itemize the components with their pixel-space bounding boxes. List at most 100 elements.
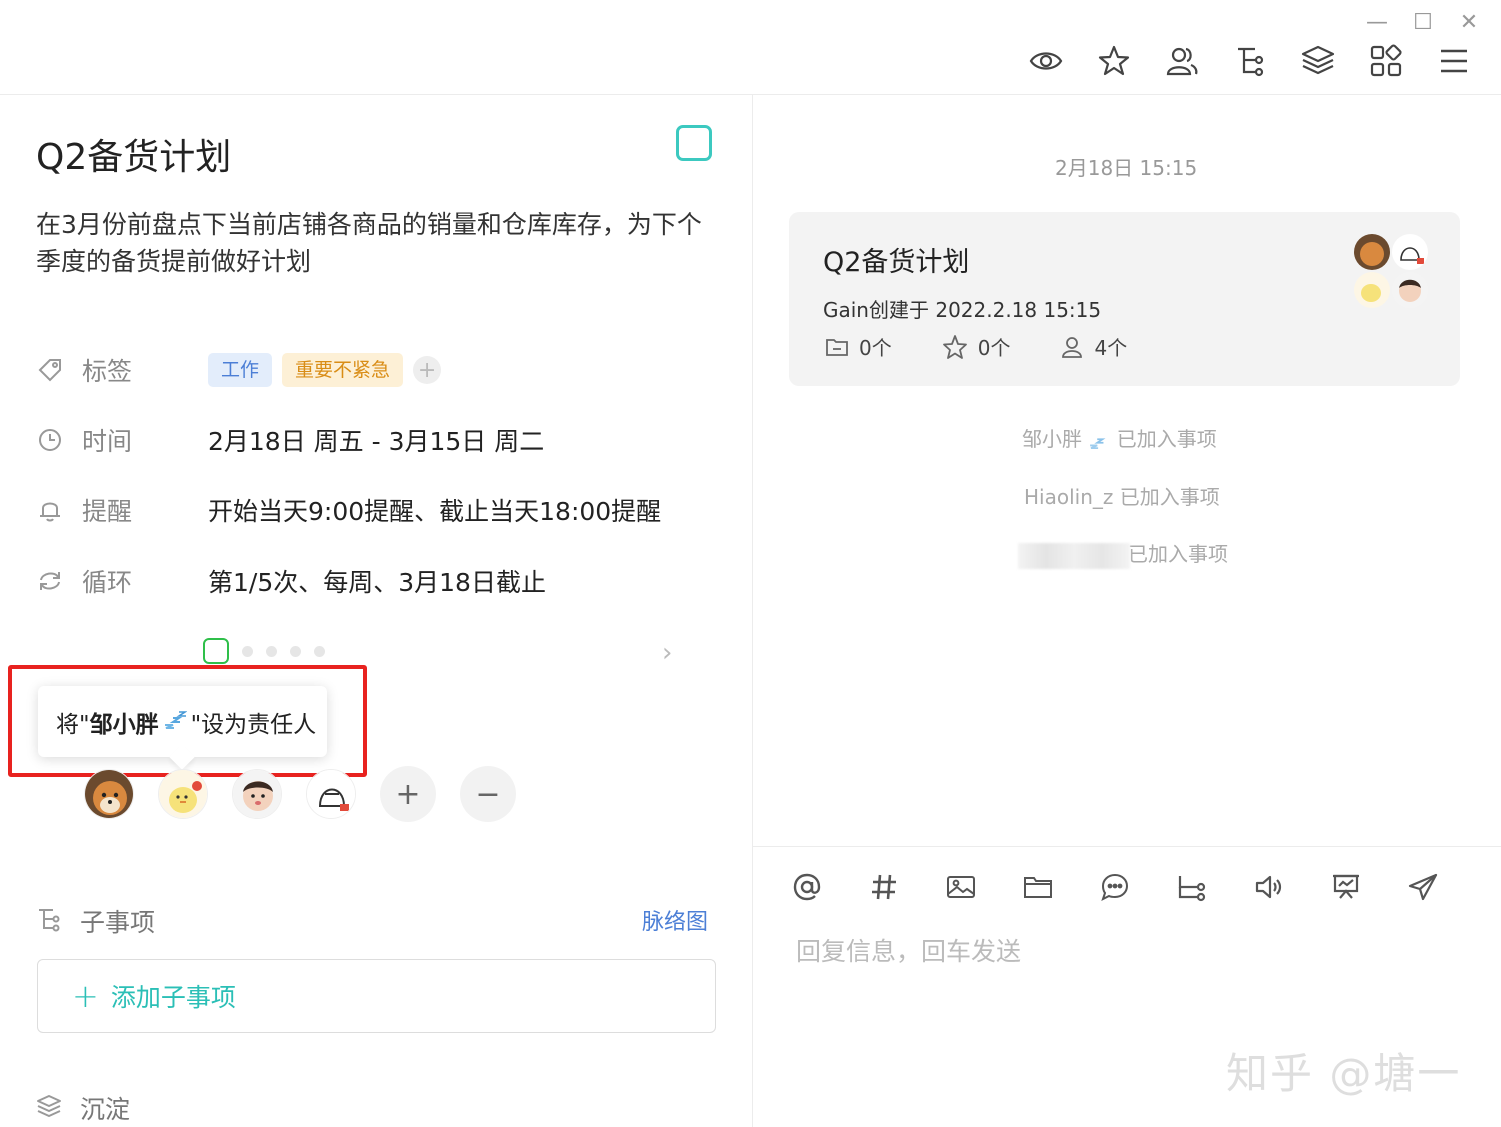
tags-row: 标签 工作 重要不紧急 + — [36, 350, 442, 390]
highlight-annotation-box — [8, 665, 367, 777]
avatar-chick[interactable] — [158, 769, 208, 819]
repeat-progress — [203, 638, 325, 664]
chat-timestamp: 2月18日 15:15 — [1055, 156, 1198, 180]
avatar-cartoon — [1392, 234, 1428, 270]
layers-icon — [36, 1093, 62, 1123]
pane-divider — [752, 95, 753, 1127]
tag-icon — [36, 356, 64, 384]
tree-icon — [36, 906, 62, 936]
card-members-count: 4个 — [1094, 336, 1128, 360]
subtasks-label: 子事项 — [80, 908, 156, 937]
avatar-child — [1392, 272, 1428, 308]
members-icon[interactable] — [1165, 44, 1199, 78]
plus-icon: + — [72, 977, 99, 1015]
star-icon[interactable] — [1097, 44, 1131, 78]
sediment-label: 沉淀 — [80, 1095, 131, 1124]
remind-row[interactable]: 提醒 开始当天9:00提醒、截止当天18:00提醒 — [36, 490, 661, 530]
top-toolbar — [1029, 44, 1471, 78]
minimize-button[interactable]: — — [1366, 10, 1388, 35]
maximize-button[interactable]: ☐ — [1413, 10, 1433, 35]
composer-toolbar — [790, 870, 1440, 904]
avatar-chick — [1354, 272, 1390, 308]
card-stat-files: 0个 — [825, 332, 892, 361]
repeat-row[interactable]: 循环 第1/5次、每周、3月18日截止 — [36, 561, 546, 601]
avatar-dog[interactable] — [84, 769, 134, 819]
system-message: 邹小胖 已加入事项 — [1022, 423, 1217, 452]
system-message: 已加入事项 — [1018, 538, 1228, 569]
add-tag-button[interactable]: + — [413, 356, 442, 384]
avatar-child[interactable] — [232, 769, 282, 819]
menu-icon[interactable] — [1437, 44, 1471, 78]
chevron-right-icon[interactable]: › — [662, 638, 672, 668]
tag-priority[interactable]: 重要不紧急 — [282, 353, 404, 387]
mindmap-link[interactable]: 脉络图 — [642, 904, 708, 936]
remind-label: 提醒 — [82, 497, 133, 526]
chat-bubble-icon[interactable] — [1098, 870, 1132, 904]
complete-checkbox[interactable] — [676, 125, 712, 161]
card-title: Q2备货计划 — [823, 247, 970, 278]
remove-member-button[interactable]: − — [460, 766, 516, 822]
card-subtitle: Gain创建于 2022.2.18 15:15 — [823, 298, 1102, 322]
task-title[interactable]: Q2备货计划 — [36, 128, 231, 180]
person-icon — [1062, 336, 1083, 358]
card-files-count: 0个 — [859, 336, 892, 360]
hashtag-icon[interactable] — [867, 870, 901, 904]
repeat-step[interactable] — [290, 645, 301, 657]
apps-icon[interactable] — [1369, 44, 1403, 78]
at-mention-icon[interactable] — [790, 870, 824, 904]
repeat-step[interactable] — [314, 645, 325, 657]
repeat-value[interactable]: 第1/5次、每周、3月18日截止 — [208, 563, 546, 599]
composer-divider — [753, 846, 1501, 847]
speaker-icon[interactable] — [1252, 870, 1286, 904]
add-member-button[interactable]: + — [380, 766, 436, 822]
presentation-icon[interactable] — [1329, 870, 1363, 904]
tag-work[interactable]: 工作 — [208, 353, 273, 387]
window-controls: — ☐ ✕ — [1366, 10, 1479, 35]
eye-icon[interactable] — [1029, 44, 1063, 78]
avatar-dog — [1354, 234, 1390, 270]
tags-value: 工作 重要不紧急 + — [208, 353, 442, 387]
repeat-icon — [36, 567, 64, 595]
members-list: + − — [84, 766, 516, 822]
sediment-header: 沉淀 — [36, 1090, 130, 1126]
task-description[interactable]: 在3月份前盘点下当前店铺各商品的销量和仓库库存，为下个季度的备货提前做好计划 — [36, 206, 716, 280]
card-avatar-grid — [1354, 234, 1428, 308]
zzz-emoji-icon — [1090, 437, 1106, 449]
subtasks-header: 子事项 — [36, 903, 155, 939]
card-stat-stars: 0个 — [942, 332, 1011, 361]
send-icon[interactable] — [1406, 870, 1440, 904]
repeat-current-step[interactable] — [203, 638, 229, 664]
avatar-cartoon[interactable] — [306, 769, 356, 819]
system-message: Hiaolin_z 已加入事项 — [1024, 481, 1220, 510]
card-stats: 0个 0个 4个 — [825, 332, 1127, 361]
tree-icon[interactable] — [1233, 44, 1267, 78]
star-icon — [942, 334, 967, 359]
tags-label: 标签 — [82, 357, 133, 386]
system-message-name: Hiaolin_z — [1024, 485, 1114, 509]
bell-icon — [36, 496, 64, 524]
task-card[interactable]: Q2备货计划 Gain创建于 2022.2.18 15:15 0个 0个 4个 — [789, 212, 1460, 386]
close-button[interactable]: ✕ — [1459, 10, 1479, 35]
time-value[interactable]: 2月18日 周五 - 3月15日 周二 — [208, 422, 544, 458]
time-label: 时间 — [82, 427, 133, 456]
card-stat-members: 4个 — [1060, 332, 1127, 361]
image-icon[interactable] — [944, 870, 978, 904]
clock-icon — [36, 426, 64, 454]
header-divider — [0, 94, 1501, 95]
system-message-text: 已加入事项 — [1116, 427, 1217, 451]
reply-input[interactable]: 回复信息，回车发送 — [796, 932, 1021, 968]
folder-icon — [826, 338, 848, 356]
card-stars-count: 0个 — [977, 336, 1011, 360]
layers-icon[interactable] — [1301, 44, 1335, 78]
subtask-tree-icon[interactable] — [1175, 870, 1209, 904]
time-row[interactable]: 时间 2月18日 周五 - 3月15日 周二 — [36, 420, 544, 460]
repeat-step[interactable] — [266, 645, 277, 657]
folder-icon[interactable] — [1021, 870, 1055, 904]
system-message-text: 已加入事项 — [1119, 485, 1220, 509]
repeat-label: 循环 — [82, 568, 133, 597]
repeat-step[interactable] — [242, 645, 253, 657]
remind-value[interactable]: 开始当天9:00提醒、截止当天18:00提醒 — [208, 492, 661, 528]
add-subtask-button[interactable]: + 添加子事项 — [37, 959, 716, 1033]
add-subtask-label: 添加子事项 — [110, 983, 236, 1012]
system-message-name: 邹小胖 — [1022, 427, 1082, 451]
